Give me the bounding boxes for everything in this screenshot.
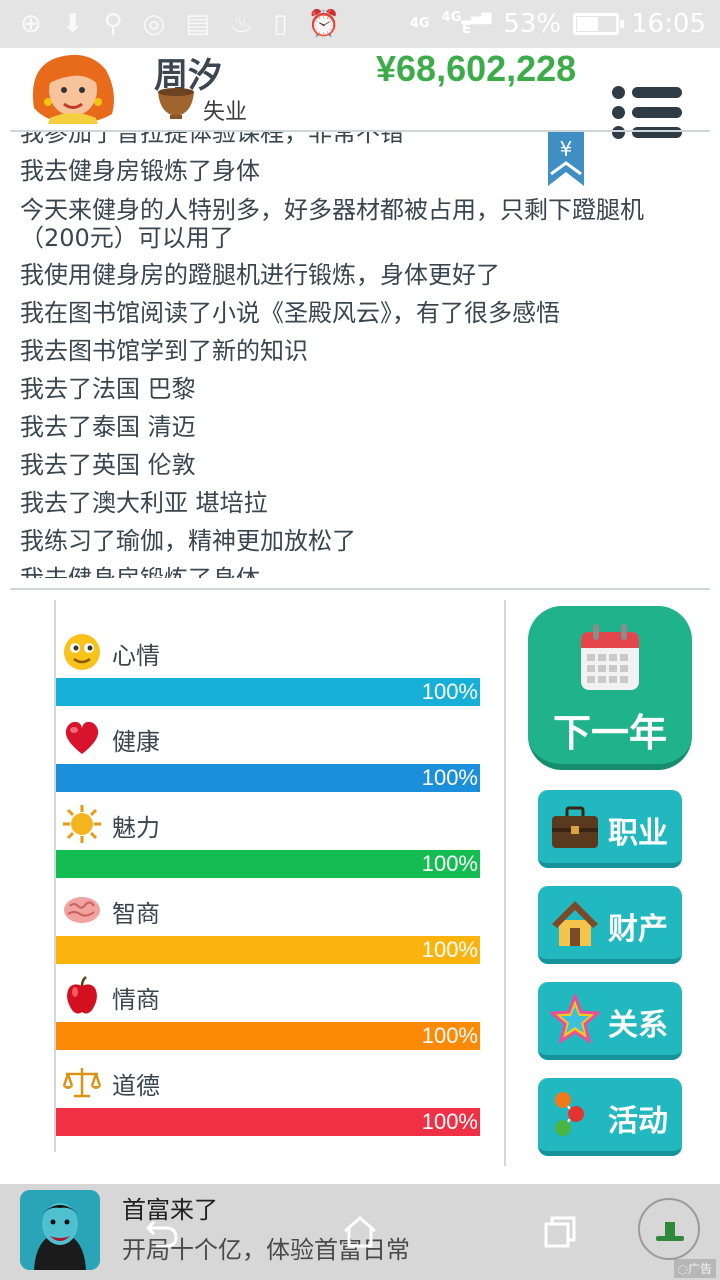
house-icon <box>552 901 598 946</box>
menu-bar <box>632 107 682 118</box>
property-label: 财产 <box>608 912 668 947</box>
log-line: 我去健身房锻炼了身体 <box>20 560 710 578</box>
search-icon: ⚲ <box>103 9 123 39</box>
activities-label: 活动 <box>608 1104 668 1139</box>
log-divider <box>10 588 710 590</box>
stat-label: 道德 <box>112 1072 160 1100</box>
briefcase-icon <box>552 806 598 848</box>
log-line: 我练习了瑜伽，精神更加放松了 <box>20 527 356 555</box>
log-line: 今天来健身的人特别多，好多器材都被占用，只剩下蹬腿机（200元）可以用了 <box>20 196 644 252</box>
career-button[interactable]: 职业 <box>538 790 682 868</box>
clock: 16:05 <box>631 9 706 39</box>
recent-apps-icon[interactable] <box>542 1214 578 1250</box>
stat-bar-fill <box>56 1022 480 1050</box>
battery-percent: 53% <box>503 9 562 39</box>
sun-icon <box>63 805 101 843</box>
stat-bar-fill <box>56 850 480 878</box>
signal-icon: 4G▂▄▆ E <box>441 10 492 37</box>
menu-dot <box>612 86 625 99</box>
stat-label: 魅力 <box>112 814 160 842</box>
back-icon[interactable] <box>144 1214 180 1250</box>
hotspot-icon: ◎ <box>142 9 166 39</box>
stat-bar-fill <box>56 936 480 964</box>
money-balance: ¥68,602,228 <box>376 48 577 89</box>
stat-value: 100% <box>421 1109 478 1134</box>
stat-bar: 100% <box>56 678 480 706</box>
relations-label: 关系 <box>608 1008 668 1043</box>
activity-dots-icon <box>555 1092 584 1136</box>
stat-value: 100% <box>421 851 478 876</box>
stat-value: 100% <box>421 679 478 704</box>
stat-label: 智商 <box>112 900 160 928</box>
flame-icon: ♨ <box>229 9 254 39</box>
stat-bar: 100% <box>56 764 480 792</box>
stat-bar-fill <box>56 1108 480 1136</box>
avatar[interactable] <box>26 48 120 124</box>
stat-bar: 100% <box>56 1108 480 1136</box>
event-log[interactable]: 我参加了普拉提体验课程，非常不错 我去健身房锻炼了身体 今天来健身的人特别多，好… <box>10 132 710 578</box>
stat-bar-fill <box>56 764 480 792</box>
next-year-button[interactable]: 下一年 <box>528 606 692 770</box>
ad-app-icon <box>20 1190 100 1270</box>
stat-value: 100% <box>421 765 478 790</box>
panel-divider <box>504 600 506 1166</box>
stat-label: 健康 <box>112 728 160 756</box>
log-line: 我去健身房锻炼了身体 <box>20 157 260 185</box>
menu-dot <box>612 106 625 119</box>
job-status: 失业 <box>203 100 248 125</box>
property-button[interactable]: 财产 <box>538 886 682 964</box>
log-line: 我使用健身房的蹬腿机进行锻炼，身体更好了 <box>20 261 500 289</box>
battery-fill <box>577 17 599 31</box>
stat-label: 情商 <box>112 986 160 1014</box>
attribute-panel: 心情 100% 健康 100% 魅力 100% 智商 100% 情商 100% … <box>54 600 480 1152</box>
ad-tag-label: 广告 <box>687 1262 712 1276</box>
career-label: 职业 <box>608 816 668 851</box>
stat-bar: 100% <box>56 1022 480 1050</box>
stat-bar: 100% <box>56 850 480 878</box>
log-line: 我去了英国 伦敦 <box>20 451 196 479</box>
network-4g-label: 4G <box>409 16 430 31</box>
stat-bar-fill <box>56 678 480 706</box>
calendar-icon <box>581 624 639 690</box>
stat-value: 100% <box>421 1023 478 1048</box>
add-notification-icon: ⊕ <box>20 9 42 39</box>
hat-icon <box>656 1222 684 1241</box>
message-icon: ▤ <box>185 9 210 39</box>
ad-tag: ◌广告 <box>673 1259 716 1278</box>
relations-button[interactable]: 关系 <box>538 982 682 1060</box>
menu-bar <box>632 87 682 98</box>
apple-icon <box>67 976 97 1014</box>
player-header: 周汐 失业 ¥68,602,228 <box>0 48 720 139</box>
log-line: 我去了泰国 清迈 <box>20 413 196 441</box>
activities-button[interactable]: 活动 <box>538 1078 682 1156</box>
scales-icon <box>62 1068 102 1098</box>
stat-bar: 100% <box>56 936 480 964</box>
heart-icon <box>65 721 99 754</box>
log-line: 我在图书馆阅读了小说《圣殿风云》，有了很多感悟 <box>20 299 560 327</box>
log-line: 我参加了普拉提体验课程，非常不错 <box>20 132 404 147</box>
battery-icon <box>573 13 625 35</box>
event-log-list: 我参加了普拉提体验课程，非常不错 我去健身房锻炼了身体 今天来健身的人特别多，好… <box>20 132 710 578</box>
vibrate-icon: ▯ <box>273 9 288 39</box>
log-line: 我去了澳大利亚 堪培拉 <box>20 489 268 517</box>
alarm-icon: ⏰ <box>307 9 340 39</box>
network-sig-label: 4G <box>441 10 462 25</box>
ad-banner[interactable]: 首富来了 开局十个亿，体验首富日常 ◌广告 <box>0 1184 720 1280</box>
log-line: 我去了法国 巴黎 <box>20 375 196 403</box>
ad-action-button[interactable] <box>638 1198 700 1260</box>
log-line: 我去图书馆学到了新的知识 <box>20 337 308 365</box>
download-icon: ⬇ <box>61 9 84 39</box>
stat-value: 100% <box>421 937 478 962</box>
yuan-bookmark-icon[interactable]: ¥ <box>548 132 584 186</box>
home-icon[interactable] <box>342 1214 378 1250</box>
bookmark-symbol: ¥ <box>560 137 573 161</box>
stat-label: 心情 <box>112 642 160 670</box>
status-bar: ⊕ ⬇ ⚲ ◎ ▤ ♨ ▯ ⏰ 4G 4G▂▄▆ E 53% 16:05 <box>0 0 720 48</box>
next-year-label: 下一年 <box>552 711 667 755</box>
star-icon <box>550 994 600 1044</box>
brain-icon <box>64 897 100 923</box>
network-e-label: E <box>461 22 471 37</box>
bowl-icon <box>158 88 194 119</box>
smiley-icon <box>64 634 100 670</box>
